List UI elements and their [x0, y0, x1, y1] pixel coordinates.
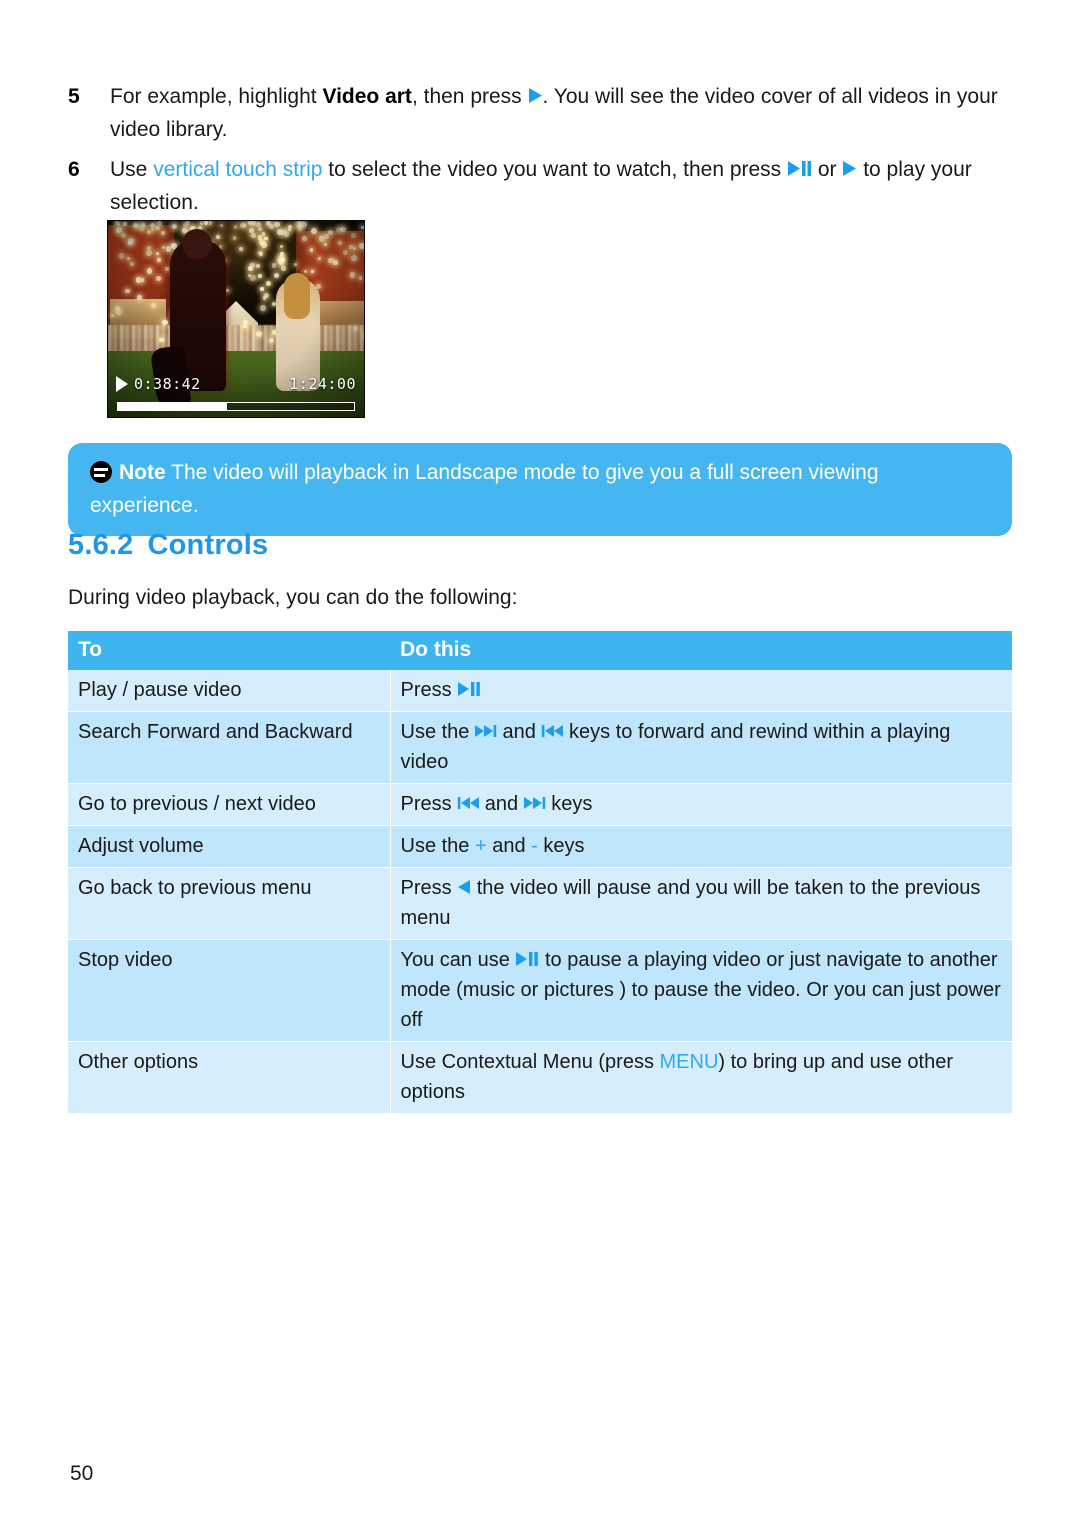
note-icon	[90, 461, 112, 483]
step-5: 5 For example, highlight Video art, then…	[68, 80, 1028, 146]
table-row: Search Forward and Backward Use the and k…	[68, 711, 1012, 784]
step-5-pre: For example, highlight	[110, 85, 323, 108]
table-row: Go to previous / next video Press and key…	[68, 783, 1012, 826]
text-run: Use Contextual Menu (press	[400, 1051, 660, 1073]
osd-play-icon	[116, 376, 128, 392]
table-header-row: To Do this	[68, 631, 1012, 670]
cell-do-this: Use the and keys to forward and rewind w…	[390, 711, 1012, 784]
vertical-touch-strip-term: vertical touch strip	[153, 158, 323, 181]
text-run: keys	[537, 835, 585, 857]
text-run: Press	[400, 877, 458, 899]
fast-forward-icon	[523, 795, 546, 811]
note-body: The video will playback in Landscape mod…	[90, 461, 879, 517]
play-pause-icon	[787, 160, 812, 177]
step-6-mid: to select the video you want to watch, t…	[322, 158, 788, 181]
step-5-number: 5	[68, 85, 80, 108]
text-run: You can use	[400, 949, 516, 971]
play-pause-icon	[515, 951, 539, 967]
table-head: To Do this	[68, 631, 1012, 670]
step-6-mid2: or	[812, 158, 843, 181]
section-title: Controls	[147, 529, 269, 561]
screenshot-osd: 0:38:42 1:24:00	[108, 373, 364, 417]
rewind-icon	[457, 795, 480, 811]
document-page: 5 For example, highlight Video art, then…	[0, 0, 1080, 1527]
note-callout: Note The video will playback in Landscap…	[68, 443, 1012, 536]
accent-text: -	[531, 835, 538, 857]
step-5-bold-term: Video art	[322, 85, 412, 108]
table-row: Adjust volume Use the + and - keys	[68, 825, 1012, 868]
cell-do-this: You can use to pause a playing video or …	[390, 939, 1012, 1042]
accent-text: +	[474, 835, 487, 857]
video-playback-screenshot: 0:38:42 1:24:00	[107, 220, 365, 418]
text-run: Press	[400, 679, 458, 701]
play-icon	[842, 160, 857, 177]
back-icon	[457, 879, 471, 895]
note-label: Note	[119, 461, 166, 484]
cell-to: Other options	[68, 1041, 391, 1114]
osd-progress-bar	[117, 402, 355, 411]
fast-forward-icon	[474, 723, 497, 739]
step-5-mid: , then press	[411, 85, 528, 108]
step-6-pre: Use	[110, 158, 154, 181]
step-6: 6 Use vertical touch strip to select the…	[68, 153, 1028, 219]
text-run: Use the	[400, 835, 475, 857]
cell-do-this: Press	[390, 670, 1012, 712]
osd-progress-fill	[118, 403, 227, 410]
table-row: Stop video You can use to pause a playing…	[68, 939, 1012, 1042]
osd-total-time: 1:24:00	[289, 375, 356, 393]
accent-text: MENU	[659, 1051, 719, 1073]
cell-to: Stop video	[68, 939, 391, 1042]
cell-do-this: Use the + and - keys	[390, 825, 1012, 868]
section-number: 5.6.2	[68, 529, 134, 561]
text-run: keys	[545, 793, 593, 815]
cell-do-this: Press the video will pause and you will …	[390, 867, 1012, 940]
column-header-to: To	[68, 631, 390, 670]
play-icon	[528, 87, 543, 104]
cell-to: Play / pause video	[68, 670, 391, 712]
controls-table: To Do this Play / pause video Press Searc…	[68, 631, 1012, 1114]
text-run: and	[496, 721, 542, 743]
osd-left-group: 0:38:42	[116, 375, 201, 393]
note-text: Note The video will playback in Landscap…	[90, 456, 990, 522]
column-header-do-this: Do this	[390, 631, 1012, 670]
osd-time-row: 0:38:42 1:24:00	[116, 375, 356, 393]
cell-to: Go to previous / next video	[68, 783, 391, 826]
table-row: Other options Use Contextual Menu (press …	[68, 1041, 1012, 1114]
text-run: the video will pause and you will be tak…	[400, 877, 981, 929]
text-run: Use the	[400, 721, 475, 743]
text-run: and	[479, 793, 524, 815]
step-6-number: 6	[68, 158, 80, 181]
cell-to: Adjust volume	[68, 825, 391, 868]
step-5-text: For example, highlight Video art, then p…	[110, 80, 1028, 146]
cell-to: Search Forward and Backward	[68, 711, 391, 784]
rewind-icon	[541, 723, 564, 739]
section-heading: 5.6.2 Controls	[68, 529, 268, 562]
play-pause-icon	[457, 681, 481, 697]
table-body: Play / pause video Press Search Forward a…	[68, 670, 1012, 1114]
text-run: and	[486, 835, 532, 857]
intro-paragraph: During video playback, you can do the fo…	[68, 586, 518, 609]
cell-do-this: Use Contextual Menu (press MENU) to brin…	[390, 1041, 1012, 1114]
osd-elapsed-time: 0:38:42	[134, 375, 201, 393]
text-run: Press	[400, 793, 458, 815]
page-number: 50	[70, 1462, 94, 1485]
table-row: Play / pause video Press	[68, 670, 1012, 712]
cell-to: Go back to previous menu	[68, 867, 391, 940]
cell-do-this: Press and keys	[390, 783, 1012, 826]
step-6-text: Use vertical touch strip to select the v…	[110, 153, 1028, 219]
table-row: Go back to previous menu Press the video …	[68, 867, 1012, 940]
